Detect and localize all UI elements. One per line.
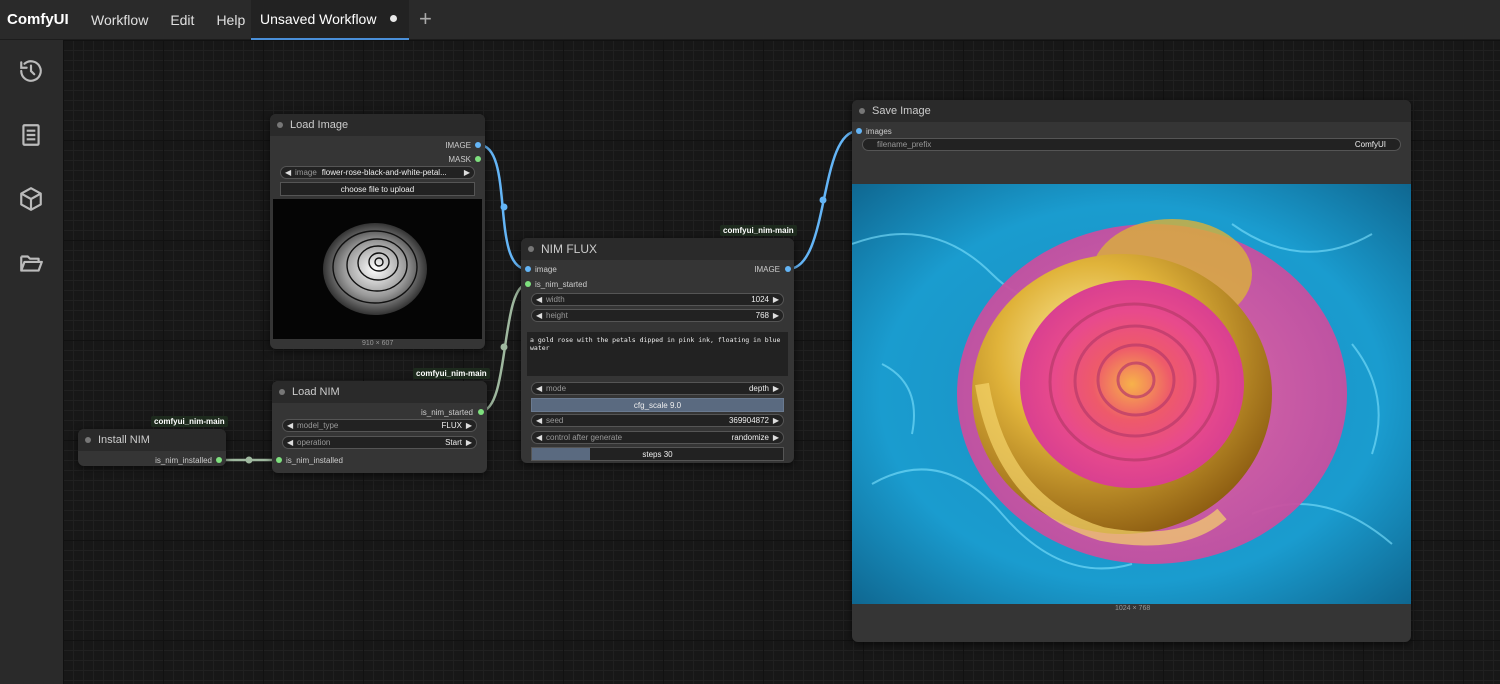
- arrow-left-icon[interactable]: ◀: [536, 416, 542, 425]
- arrow-right-icon[interactable]: ▶: [464, 168, 470, 177]
- filename-prefix-field[interactable]: filename_prefix ComfyUI: [862, 138, 1401, 151]
- menu-edit[interactable]: Edit: [159, 12, 205, 28]
- seed-number[interactable]: ◀ seed 369904872 ▶: [531, 414, 784, 427]
- output-image: IMAGE: [754, 265, 780, 274]
- tab-label: Unsaved Workflow: [260, 11, 377, 27]
- arrow-left-icon[interactable]: ◀: [536, 384, 542, 393]
- arrow-left-icon[interactable]: ◀: [287, 421, 293, 430]
- input-images: images: [866, 127, 892, 136]
- output-image-dot[interactable]: [785, 266, 791, 272]
- tab-unsaved-workflow[interactable]: Unsaved Workflow: [251, 0, 409, 40]
- arrow-left-icon[interactable]: ◀: [536, 311, 542, 320]
- arrow-left-icon[interactable]: ◀: [536, 295, 542, 304]
- cube-icon[interactable]: [18, 186, 44, 212]
- node-nim-flux[interactable]: NIM FLUX image IMAGE is_nim_started ◀ wi…: [521, 238, 794, 463]
- model-type-combo[interactable]: ◀ model_type FLUX ▶: [282, 419, 477, 432]
- input-is-nim-installed: is_nim_installed: [286, 456, 343, 465]
- node-load-nim[interactable]: Load NIM is_nim_started ◀ model_type FLU…: [272, 381, 487, 473]
- node-install-nim[interactable]: Install NIM is_nim_installed: [78, 429, 226, 466]
- arrow-right-icon[interactable]: ▶: [466, 438, 472, 447]
- node-title[interactable]: Save Image: [852, 100, 1411, 122]
- output-dot[interactable]: [478, 409, 484, 415]
- arrow-right-icon[interactable]: ▶: [773, 433, 779, 442]
- folder-open-icon[interactable]: [18, 250, 44, 276]
- control-after-generate-combo[interactable]: ◀ control after generate randomize ▶: [531, 431, 784, 444]
- cfg-scale-slider[interactable]: cfg_scale 9.0: [531, 398, 784, 412]
- arrow-right-icon[interactable]: ▶: [773, 384, 779, 393]
- app-logo: ComfyUI: [7, 11, 69, 28]
- steps-slider-fill: [532, 448, 590, 460]
- image-combo[interactable]: ◀ image flower-rose-black-and-white-peta…: [280, 166, 475, 179]
- mode-combo[interactable]: ◀ mode depth ▶: [531, 382, 784, 395]
- arrow-left-icon[interactable]: ◀: [287, 438, 293, 447]
- node-save-image[interactable]: Save Image images filename_prefix ComfyU…: [852, 100, 1411, 642]
- upload-button[interactable]: choose file to upload: [280, 182, 475, 196]
- image-dimensions: 910 × 607: [362, 340, 394, 347]
- output-is-nim-installed: is_nim_installed: [155, 456, 212, 465]
- output-mask-dot[interactable]: [475, 156, 481, 162]
- input-dot[interactable]: [276, 457, 282, 463]
- arrow-right-icon[interactable]: ▶: [773, 416, 779, 425]
- node-badge: comfyui_nim-main: [720, 225, 797, 236]
- input-image-dot[interactable]: [525, 266, 531, 272]
- arrow-right-icon[interactable]: ▶: [773, 311, 779, 320]
- sidebar: [0, 40, 63, 684]
- input-image: image: [535, 265, 557, 274]
- image-value: flower-rose-black-and-white-petal...: [321, 168, 447, 177]
- output-image: IMAGE: [445, 141, 471, 150]
- node-title[interactable]: NIM FLUX: [521, 238, 794, 260]
- node-badge: comfyui_nim-main: [413, 368, 490, 379]
- input-started-dot[interactable]: [525, 281, 531, 287]
- output-is-nim-started: is_nim_started: [420, 408, 473, 417]
- output-mask: MASK: [448, 155, 471, 164]
- history-icon[interactable]: [18, 58, 44, 84]
- output-dot[interactable]: [216, 457, 222, 463]
- input-is-nim-started: is_nim_started: [535, 280, 588, 289]
- node-title[interactable]: Load NIM: [272, 381, 487, 403]
- rose-preview-image: [273, 199, 482, 339]
- node-title[interactable]: Install NIM: [78, 429, 226, 451]
- generated-rose-image: [852, 184, 1411, 604]
- menu-workflow[interactable]: Workflow: [80, 12, 159, 28]
- arrow-left-icon[interactable]: ◀: [536, 433, 542, 442]
- arrow-right-icon[interactable]: ▶: [773, 295, 779, 304]
- operation-combo[interactable]: ◀ operation Start ▶: [282, 436, 477, 449]
- prompt-textarea[interactable]: a gold rose with the petals dipped in pi…: [527, 332, 788, 376]
- unsaved-dot-icon: [390, 15, 397, 22]
- node-badge: comfyui_nim-main: [151, 416, 228, 427]
- image-dimensions: 1024 × 768: [1115, 605, 1151, 612]
- node-title[interactable]: Load Image: [270, 114, 485, 136]
- top-bar: ComfyUI Workflow Edit Help: [0, 0, 1500, 40]
- output-image-dot[interactable]: [475, 142, 481, 148]
- book-icon[interactable]: [18, 122, 44, 148]
- node-load-image[interactable]: Load Image IMAGE MASK ◀ image flower-ros…: [270, 114, 485, 349]
- arrow-right-icon[interactable]: ▶: [466, 421, 472, 430]
- steps-label: steps 30: [642, 449, 673, 459]
- steps-slider[interactable]: steps 30: [531, 447, 784, 461]
- plus-icon[interactable]: +: [419, 8, 432, 30]
- arrow-left-icon[interactable]: ◀: [285, 168, 291, 177]
- input-images-dot[interactable]: [856, 128, 862, 134]
- width-number[interactable]: ◀ width 1024 ▶: [531, 293, 784, 306]
- height-number[interactable]: ◀ height 768 ▶: [531, 309, 784, 322]
- menu-help[interactable]: Help: [205, 12, 256, 28]
